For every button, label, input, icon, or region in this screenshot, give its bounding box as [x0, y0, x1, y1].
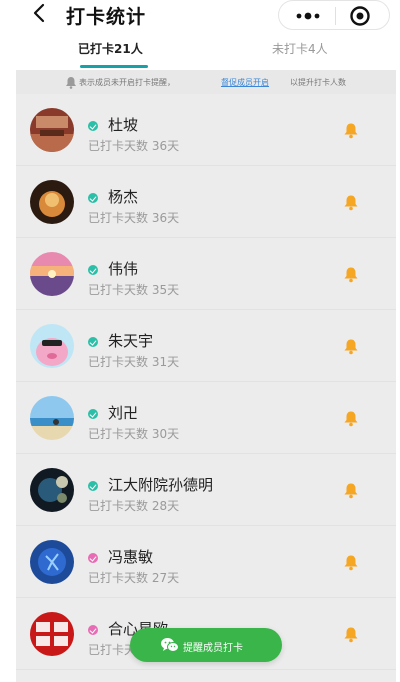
checkin-days: 已打卡天数 36天	[88, 211, 180, 225]
mini-program-capsule	[278, 0, 390, 30]
avatar	[30, 324, 74, 368]
member-name: 杜坡	[108, 116, 139, 134]
checked-status-icon	[88, 481, 98, 491]
tab-not-checked-in[interactable]: 未打卡4人	[272, 40, 328, 57]
urge-members-link[interactable]: 督促成员开启	[221, 77, 269, 88]
member-list: 杜坡 已打卡天数 36天 杨杰 已打卡天数 36天 伟伟 已打卡天数 35天 朱…	[16, 94, 396, 682]
bell-icon[interactable]	[343, 626, 359, 643]
nav-bar: 打卡统计	[0, 0, 400, 30]
list-item[interactable]: 冯惠敏 已打卡天数 27天	[16, 526, 396, 598]
reminder-notice: 表示成员未开启打卡提醒， 督促成员开启 以提升打卡人数	[16, 70, 396, 94]
remind-members-button[interactable]: 提醒成员打卡	[130, 628, 282, 662]
bell-icon[interactable]	[343, 410, 359, 427]
list-item[interactable]: 杨杰 已打卡天数 36天	[16, 166, 396, 238]
list-item[interactable]: 江大附院孙德明 已打卡天数 28天	[16, 454, 396, 526]
capsule-divider	[335, 7, 336, 25]
avatar	[30, 540, 74, 584]
member-name: 刘卍	[108, 404, 139, 422]
checked-status-icon	[88, 625, 98, 635]
avatar	[30, 108, 74, 152]
checked-status-icon	[88, 409, 98, 419]
member-name: 江大附院孙德明	[108, 476, 214, 494]
avatar	[30, 180, 74, 224]
checked-status-icon	[88, 121, 98, 131]
wechat-icon	[161, 638, 179, 652]
avatar	[30, 396, 74, 440]
member-name: 朱天宇	[108, 332, 154, 350]
notice-text-suffix: 以提升打卡人数	[290, 78, 346, 87]
avatar	[30, 468, 74, 512]
target-icon[interactable]	[349, 5, 371, 27]
checked-status-icon	[88, 553, 98, 563]
more-dots-icon[interactable]	[293, 8, 323, 24]
checked-status-icon	[88, 265, 98, 275]
bell-icon[interactable]	[343, 194, 359, 211]
bell-icon[interactable]	[343, 482, 359, 499]
tab-bar: 已打卡21人 未打卡4人	[0, 34, 400, 70]
list-item[interactable]: 杜坡 已打卡天数 36天	[16, 94, 396, 166]
active-tab-indicator	[80, 65, 148, 68]
list-item[interactable]: 伟伟 已打卡天数 35天	[16, 238, 396, 310]
member-name: 杨杰	[108, 188, 139, 206]
member-name: 冯惠敏	[108, 548, 154, 566]
checkin-days: 已打卡天数 27天	[88, 571, 180, 585]
member-name: 伟伟	[108, 260, 139, 278]
checked-status-icon	[88, 337, 98, 347]
checkin-days: 已打卡天数 30天	[88, 427, 180, 441]
bell-icon[interactable]	[343, 266, 359, 283]
remind-members-label: 提醒成员打卡	[183, 643, 243, 654]
page-title: 打卡统计	[66, 6, 147, 28]
bell-icon[interactable]	[343, 554, 359, 571]
chevron-left-icon[interactable]	[30, 2, 50, 24]
list-item[interactable]: 朱天宇 已打卡天数 31天	[16, 310, 396, 382]
bell-icon[interactable]	[343, 122, 359, 139]
notice-text: 表示成员未开启打卡提醒，	[79, 78, 175, 87]
checked-status-icon	[88, 193, 98, 203]
checkin-days: 已打卡天数 31天	[88, 355, 180, 369]
avatar	[30, 612, 74, 656]
avatar	[30, 252, 74, 296]
checkin-days: 已打卡天数 35天	[88, 283, 180, 297]
tab-checked-in[interactable]: 已打卡21人	[78, 40, 143, 57]
checkin-days: 已打卡天数 28天	[88, 499, 180, 513]
bell-icon[interactable]	[343, 338, 359, 355]
bell-gray-icon	[66, 77, 76, 89]
list-item[interactable]: 刘卍 已打卡天数 30天	[16, 382, 396, 454]
checkin-days: 已打卡天数 36天	[88, 139, 180, 153]
